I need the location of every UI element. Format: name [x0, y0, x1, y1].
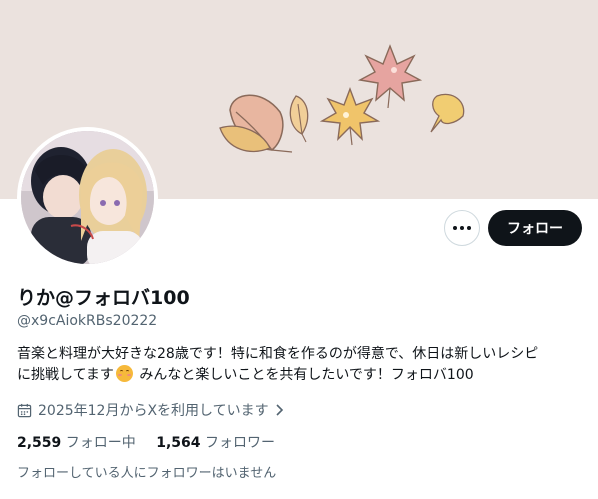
more-button[interactable]: [444, 210, 480, 246]
profile-bio: 音楽と料理が大好きな28歳です！特に和食を作るのが得意で、休日は新しいレシピ に…: [17, 344, 582, 386]
user-handle: @x9cAiokRBs20222: [17, 313, 158, 329]
avatar[interactable]: [21, 131, 154, 264]
mutual-followers-text: フォローしている人にフォロワーはいません: [17, 466, 277, 481]
followers-count: 1,564: [156, 435, 201, 451]
follow-stats: 2,559 フォロー中 1,564 フォロワー: [17, 432, 291, 452]
join-date[interactable]: 2025年12月からXを利用しています: [17, 400, 285, 420]
join-date-text: 2025年12月からXを利用しています: [38, 403, 269, 419]
followers-link[interactable]: 1,564 フォロワー: [156, 432, 275, 452]
calendar-icon: [17, 403, 32, 417]
more-horizontal-icon: [453, 226, 457, 230]
following-count: 2,559: [17, 435, 62, 451]
maple-leaf-icon: [319, 87, 381, 146]
leaf-icon: [289, 95, 309, 143]
chevron-right-icon: [276, 404, 283, 416]
bio-line: に挑戦してます みんなと楽しいことを共有したいです！フォロバ100: [17, 365, 474, 383]
ginkgo-leaf-icon: [430, 93, 465, 133]
following-label: フォロー中: [65, 435, 136, 451]
bio-line: 音楽と料理が大好きな28歳です！特に和食を作るのが得意で、休日は新しいレシピ: [17, 346, 539, 362]
following-link[interactable]: 2,559 フォロー中: [17, 432, 136, 452]
avatar-illustration: [21, 131, 154, 264]
display-name: りか@フォロバ100: [17, 287, 190, 309]
smiling-face-icon: [115, 365, 133, 382]
follow-button[interactable]: フォロー: [488, 210, 582, 246]
followers-label: フォロワー: [204, 435, 275, 451]
maple-leaf-icon: [357, 44, 423, 109]
